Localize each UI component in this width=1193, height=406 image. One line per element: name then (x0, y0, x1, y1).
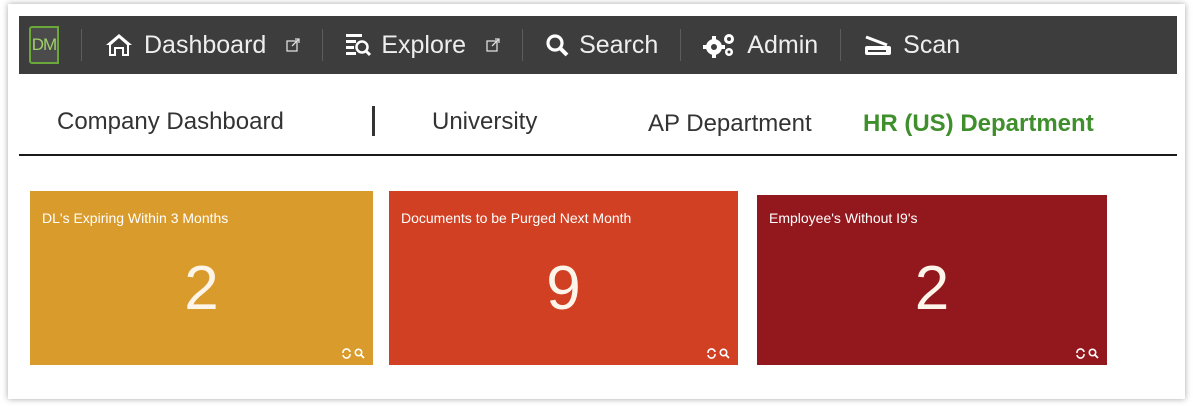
tab-hr-us-department[interactable]: HR (US) Department (863, 110, 1094, 138)
nav-dashboard[interactable]: Dashboard (104, 31, 300, 60)
tile-dl-expiring[interactable]: DL's Expiring Within 3 Months 2 (30, 191, 373, 365)
tab-ap-department[interactable]: AP Department (648, 110, 812, 138)
dashboard-tabs: Company Dashboard University AP Departme… (19, 98, 1177, 156)
external-link-icon[interactable] (286, 38, 300, 52)
tile-employees-without-i9[interactable]: Employee's Without I9's 2 (757, 195, 1107, 365)
nav-separator (840, 29, 842, 61)
nav-separator (680, 29, 682, 61)
nav-search[interactable]: Search (545, 31, 658, 60)
tab-company-dashboard[interactable]: Company Dashboard (57, 108, 284, 136)
refresh-icon[interactable] (706, 346, 717, 359)
nav-scan-label: Scan (903, 30, 961, 59)
tile-actions (341, 346, 365, 359)
tile-title: Documents to be Purged Next Month (401, 210, 632, 226)
tile-value: 2 (914, 254, 950, 323)
nav-explore[interactable]: Explore (345, 31, 500, 60)
tile-value: 9 (546, 254, 581, 323)
nav-search-label: Search (579, 30, 659, 59)
dm-logo[interactable]: DM (29, 26, 59, 64)
tile-value: 2 (184, 254, 219, 323)
tile-actions (706, 346, 730, 359)
home-icon (104, 32, 134, 58)
tile-title: Employee's Without I9's (769, 210, 918, 226)
nav-admin-label: Admin (747, 30, 819, 59)
nav-admin[interactable]: Admin (703, 31, 818, 60)
refresh-icon[interactable] (1075, 346, 1086, 359)
search-icon (545, 33, 569, 57)
tile-title: DL's Expiring Within 3 Months (42, 210, 229, 226)
tile-actions (1075, 346, 1099, 359)
search-icon[interactable] (1088, 346, 1099, 359)
tab-university[interactable]: University (432, 108, 537, 136)
nav-separator (81, 29, 82, 61)
refresh-icon[interactable] (341, 346, 352, 359)
tab-divider (372, 106, 375, 136)
search-icon[interactable] (354, 346, 365, 359)
scanner-icon (863, 33, 893, 57)
nav-scan[interactable]: Scan (863, 31, 960, 60)
external-link-icon[interactable] (486, 38, 500, 52)
nav-explore-label: Explore (381, 30, 467, 59)
tile-documents-purge[interactable]: Documents to be Purged Next Month 9 (389, 191, 738, 365)
nav-dashboard-label: Dashboard (144, 30, 267, 59)
explore-icon (345, 32, 372, 58)
top-navbar: DM Dashboard Explore Search Admin Scan (19, 16, 1177, 74)
search-icon[interactable] (719, 346, 730, 359)
gears-icon (703, 31, 737, 59)
nav-separator (522, 29, 524, 61)
nav-separator (322, 29, 324, 61)
